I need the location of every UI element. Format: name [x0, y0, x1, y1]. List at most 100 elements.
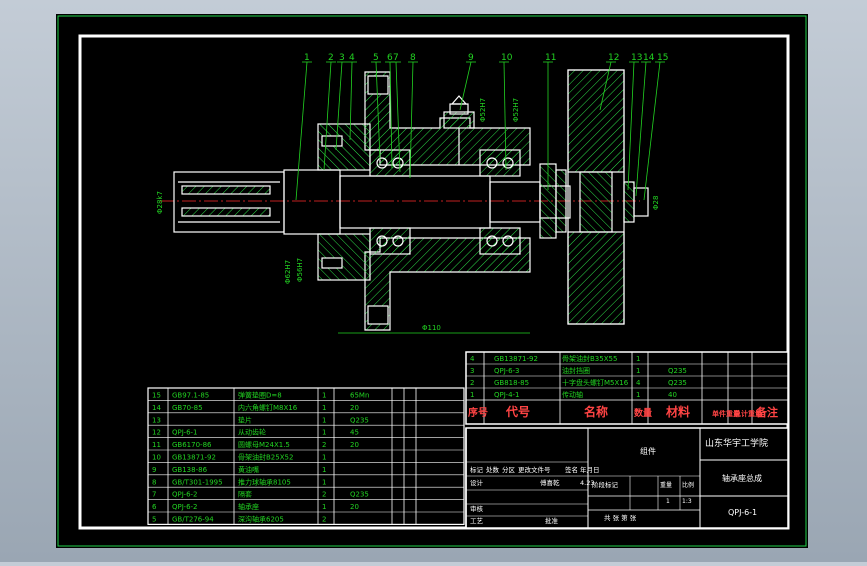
bom-cell: 轴承座	[238, 502, 259, 511]
bom-cell: 7	[152, 491, 156, 499]
balloon-label: 10	[501, 53, 513, 63]
bom-cell: 13	[152, 416, 161, 424]
bom-cell: 2	[322, 491, 326, 499]
balloon-label: 9	[468, 53, 474, 63]
bom-cell: 1	[636, 367, 640, 375]
bom-table-lower: 15 GB97.1-85 弹簧垫圈D=8 1 65Mn14 GB70-85 内六角螺钉M8X…	[147, 387, 465, 525]
bom-cell: 1	[322, 503, 326, 511]
bom-cell: 1	[636, 391, 640, 399]
bom-cell: 1	[322, 392, 326, 400]
bom-cell: 黄油嘴	[238, 465, 259, 474]
balloon-label: 8	[410, 53, 416, 63]
bom-cell: 10	[152, 454, 161, 462]
balloon-label: 12	[608, 53, 619, 63]
tb-label-mark: 标记	[470, 465, 484, 474]
dim-left-shaft: Φ28k7	[156, 191, 164, 214]
bom-cell: 4	[470, 355, 475, 363]
tb-drawing-name: 轴承座总成	[722, 473, 762, 483]
tb-label-ratio: 比例	[682, 481, 694, 489]
bom-cell: 65Mn	[350, 392, 369, 400]
bom-cell: QPJ-4-1	[494, 391, 520, 399]
bom-cell: 油封挡圈	[562, 366, 590, 375]
bom-cell: 2	[470, 379, 474, 387]
tb-category: 组件	[640, 446, 656, 456]
bom-cell: Q235	[350, 416, 369, 424]
tb-label-approve: 批准	[545, 516, 559, 525]
tb-label-design: 设计	[470, 478, 484, 487]
bom-cell: 9	[152, 466, 156, 474]
balloon-label: 13	[631, 53, 642, 63]
bom-cell: 6	[152, 503, 157, 511]
dim-flange-b: Φ56H7	[296, 258, 304, 282]
tb-sheet-count: 1	[666, 498, 670, 505]
bom-cell: 12	[152, 429, 161, 437]
tb-label-weight: 重量	[660, 481, 672, 489]
bom-cell: 1	[470, 391, 474, 399]
bom-cell: 1	[322, 466, 326, 474]
tb-school: 山东华宇工学院	[705, 437, 768, 449]
balloon-label: 1	[304, 53, 310, 63]
round-nuts	[539, 163, 567, 239]
bom-cell: 14	[152, 404, 161, 412]
bom-cell: GB13871-92	[172, 454, 216, 462]
balloon-label: 11	[545, 53, 556, 63]
bom-cell: 1	[636, 355, 640, 363]
tb-label-audit: 审核	[470, 504, 484, 513]
bom-cell: 20	[350, 441, 359, 449]
bom-cell: 1	[322, 478, 326, 486]
bom-cell: Q235	[350, 491, 369, 499]
bom-cell: 1	[322, 429, 326, 437]
bom-cell: 从动齿轮	[238, 428, 266, 437]
bom-cell: 隔套	[238, 490, 252, 499]
bom-cell: 弹簧垫圈D=8	[238, 391, 282, 400]
bom-header-cell: 名称	[584, 404, 608, 419]
bom-cell: GB/T276-94	[172, 516, 214, 524]
bom-cell: 3	[470, 367, 474, 375]
bom-cell: QPJ-6-2	[172, 503, 198, 511]
bom-cell: 垫片	[238, 415, 252, 424]
tb-label-change: 更改文件号	[518, 465, 551, 474]
bom-header-cell: 序号	[468, 406, 488, 419]
title-block: 组件 山东华宇工学院 轴承座总成 QPJ-6-1 标记 处数 分区 更改文件号 …	[465, 427, 789, 529]
balloon-label: 4	[349, 53, 355, 63]
bom-cell: QPJ-6-1	[172, 429, 198, 437]
dim-flange-a: Φ62H7	[284, 260, 292, 284]
bom-cell: 骨架油封B35X55	[562, 354, 617, 363]
tb-scale: 1:3	[682, 498, 692, 505]
bom-cell: 4	[636, 379, 641, 387]
bom-cell: 20	[350, 503, 359, 511]
bom-header-cell: 备注	[755, 405, 778, 419]
balloon-label: 5	[373, 53, 379, 63]
bom-cell: 1	[322, 404, 326, 412]
tb-total-sheets: 共 张 第 张	[604, 513, 637, 522]
bom-cell: GB97.1-85	[172, 392, 209, 400]
bom-cell: Q235	[668, 379, 687, 387]
dim-top-b: Φ52H7	[512, 98, 520, 122]
bom-cell: 5	[152, 516, 156, 524]
bom-cell: 推力球轴承8105	[238, 477, 291, 486]
bom-header-cell: 材料	[665, 404, 690, 419]
bom-cell: 骨架油封B25X52	[238, 453, 293, 462]
dim-top-a: Φ52H7	[479, 98, 487, 122]
tb-designer: 傅喜乾	[540, 478, 560, 487]
bom-cell: 2	[322, 441, 326, 449]
tb-label-date: 年月日	[580, 465, 600, 474]
bom-cell: 1	[322, 416, 326, 424]
balloon-label: 3	[339, 53, 345, 63]
tb-label-count: 处数	[486, 465, 500, 474]
bom-header-cell: 数量	[634, 407, 652, 419]
bom-cell: 深沟轴承6205	[238, 515, 284, 524]
bom-cell: 40	[668, 391, 677, 399]
bom-cell: GB6170-86	[172, 441, 212, 449]
bom-cell: 2	[322, 516, 326, 524]
bom-cell: 1	[322, 454, 326, 462]
bom-cell: GB13871-92	[494, 355, 538, 363]
bom-cell: QPJ-6-2	[172, 491, 198, 499]
cad-viewport: 1 2 3 4 5 6 7 8 9 10 11 12 13 14 15 Φ28k7 Φ28 Φ62H7 Φ5…	[0, 0, 867, 562]
tb-label-stage: 阶段标记	[592, 480, 619, 489]
tb-drawing-no: QPJ-6-1	[728, 508, 757, 517]
bom-cell: 8	[152, 478, 156, 486]
bom-cell: GB/T301-1995	[172, 478, 223, 486]
dim-length: Φ110	[422, 324, 441, 332]
bom-cell: GB818-85	[494, 379, 529, 387]
